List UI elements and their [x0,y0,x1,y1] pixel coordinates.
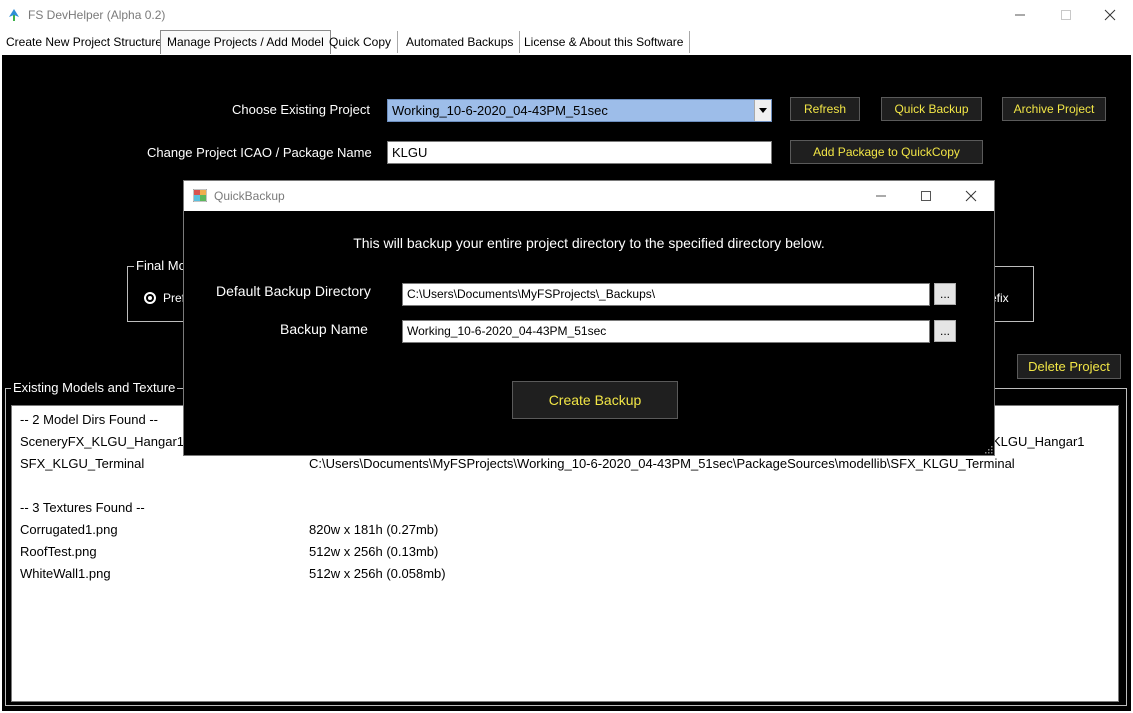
add-package-quickcopy-button[interactable]: Add Package to QuickCopy [790,140,983,164]
existing-models-group-title: Existing Models and Texture [11,380,178,395]
minimize-icon [1015,14,1025,16]
list-item: -- 2 Model Dirs Found -- [20,412,158,427]
icao-package-name-input[interactable]: KLGU [387,141,772,164]
close-icon [965,190,977,202]
tab-create-new-project[interactable]: Create New Project Structure [0,31,170,53]
tab-manage-projects[interactable]: Manage Projects / Add Model [160,30,331,54]
list-item: RoofTest.png 512w x 256h (0.13mb) [20,544,439,559]
dialog-title-bar: QuickBackup [184,181,994,211]
backup-directory-input[interactable]: C:\Users\Documents\MyFSProjects\_Backups… [402,283,930,306]
minimize-button[interactable] [997,0,1043,30]
backup-directory-label: Default Backup Directory [216,283,371,299]
list-item: -- 3 Textures Found -- [20,500,145,515]
minimize-icon [876,195,886,197]
list-item: SceneryFX_KLGU_Hangar1 KLGU_Hangar1 [20,434,1085,449]
close-button[interactable] [1087,0,1133,30]
resize-grip-icon[interactable] [985,446,993,454]
backup-name-label: Backup Name [280,321,368,337]
create-backup-button[interactable]: Create Backup [512,381,678,419]
chevron-down-icon [759,108,767,113]
app-logo-icon [9,9,19,21]
quick-backup-button[interactable]: Quick Backup [881,97,982,121]
tab-automated-backups[interactable]: Automated Backups [400,31,521,53]
maximize-button[interactable] [1043,0,1089,30]
browse-directory-button[interactable]: ... [934,283,956,305]
existing-project-value: Working_10-6-2020_04-43PM_51sec [392,103,608,118]
browse-name-button[interactable]: ... [934,320,956,342]
refresh-button[interactable]: Refresh [790,97,860,121]
list-item: WhiteWall1.png 512w x 256h (0.058mb) [20,566,446,581]
prefix-radio[interactable] [144,292,156,304]
dialog-close-button[interactable] [948,181,994,211]
prefix-radio-label: Pref [163,291,186,305]
window-title: FS DevHelper (Alpha 0.2) [28,8,166,22]
dialog-title: QuickBackup [214,189,285,203]
close-icon [1104,9,1116,21]
change-icao-label: Change Project ICAO / Package Name [147,145,372,160]
dropdown-arrow-button[interactable] [754,100,771,121]
quickbackup-dialog: QuickBackup This will backup your entire… [183,180,995,456]
dialog-message: This will backup your entire project dir… [353,235,825,251]
choose-project-label: Choose Existing Project [232,102,371,117]
archive-project-button[interactable]: Archive Project [1002,97,1106,121]
list-item: SFX_KLGU_Terminal C:\Users\Documents\MyFS… [20,456,1015,471]
dialog-app-icon [193,189,207,202]
delete-project-button[interactable]: Delete Project [1017,354,1121,379]
tab-license-about[interactable]: License & About this Software [518,31,691,53]
list-item: Corrugated1.png 820w x 181h (0.27mb) [20,522,439,537]
dialog-minimize-button[interactable] [858,181,904,211]
title-bar: FS DevHelper (Alpha 0.2) [0,0,1133,30]
final-model-group-title: Final Mo [134,258,188,273]
existing-project-dropdown[interactable]: Working_10-6-2020_04-43PM_51sec [387,99,772,122]
tab-quick-copy[interactable]: Quick Copy [323,31,399,53]
maximize-icon [921,191,931,201]
dialog-maximize-button[interactable] [903,181,949,211]
tab-strip: Create New Project Structure Manage Proj… [0,30,1133,54]
backup-name-input[interactable]: Working_10-6-2020_04-43PM_51sec [402,320,930,343]
maximize-icon [1061,10,1071,20]
app-window: FS DevHelper (Alpha 0.2) Create New Proj… [0,0,1133,713]
